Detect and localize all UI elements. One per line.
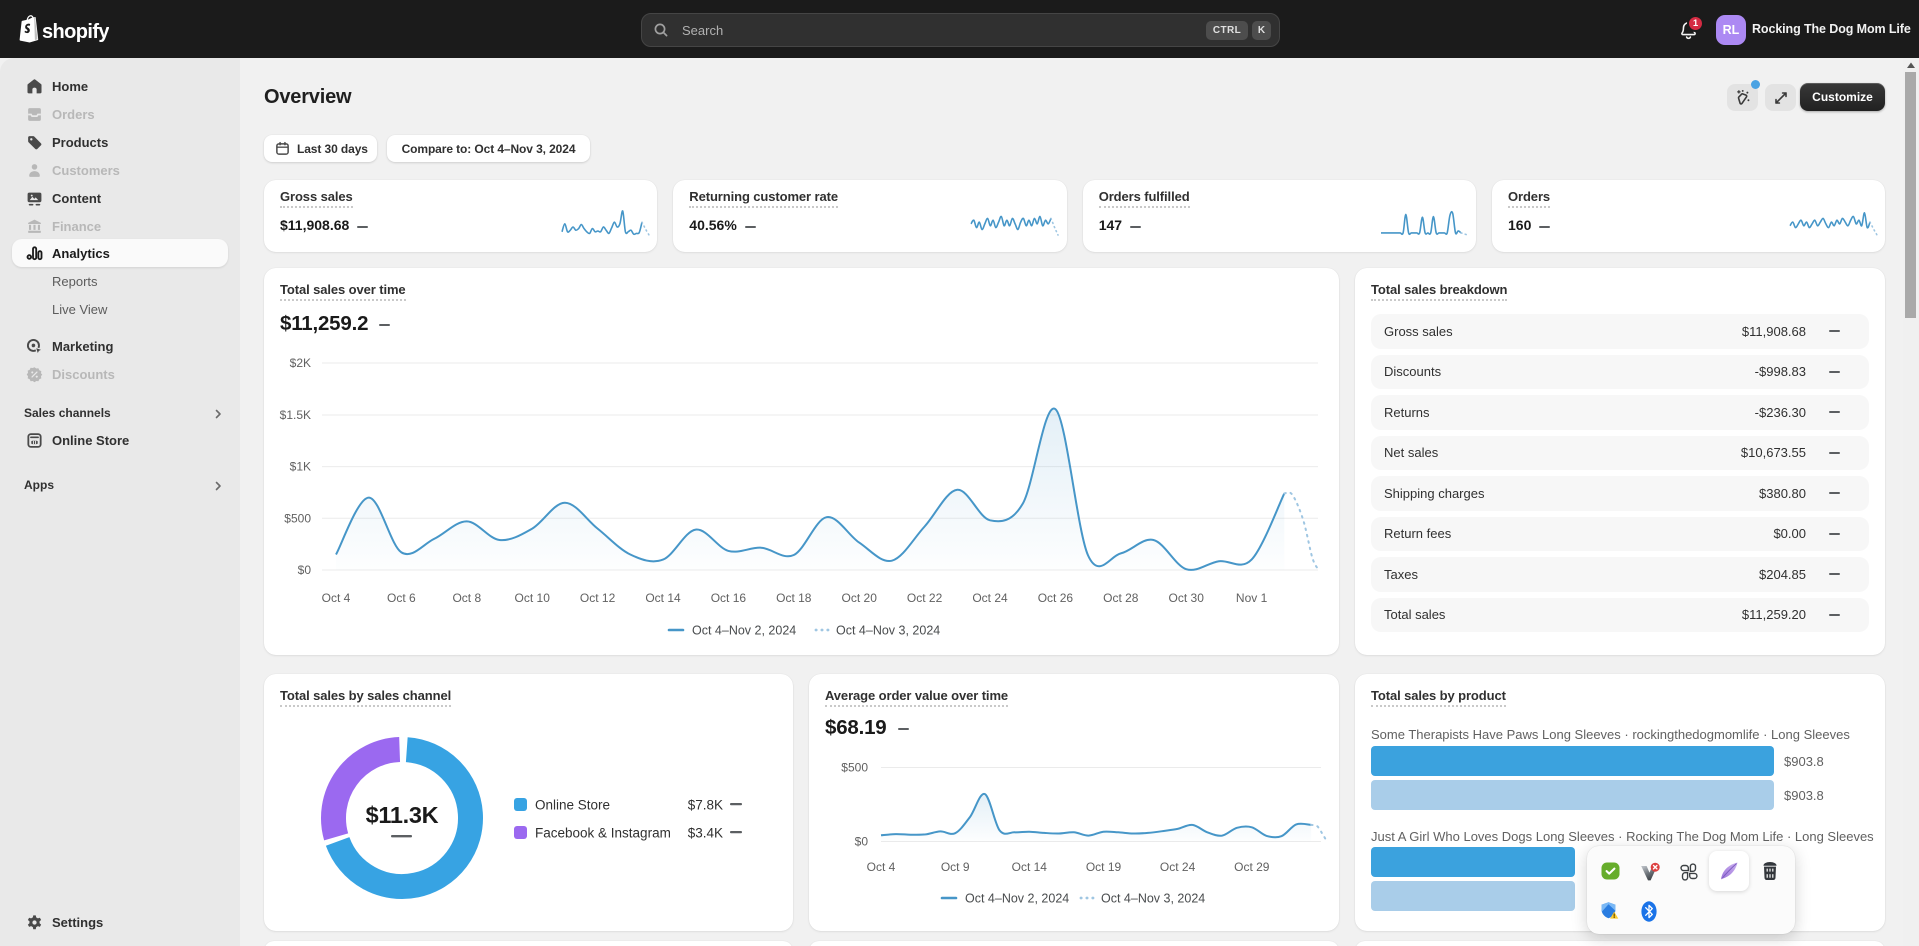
svg-text:$0: $0	[855, 835, 869, 849]
svg-text:$500: $500	[841, 761, 868, 775]
svg-text:$1.5K: $1.5K	[280, 408, 311, 422]
svg-text:Oct 14: Oct 14	[1012, 860, 1048, 874]
svg-text:Oct 12: Oct 12	[580, 591, 616, 605]
svg-text:$0: $0	[298, 563, 312, 577]
svg-text:Oct 4–Nov 2, 2024: Oct 4–Nov 2, 2024	[965, 892, 1069, 906]
svg-text:Oct 30: Oct 30	[1169, 591, 1205, 605]
svg-text:Oct 24: Oct 24	[1160, 860, 1196, 874]
svg-text:Oct 4–Nov 3, 2024: Oct 4–Nov 3, 2024	[1101, 892, 1205, 906]
svg-text:Oct 9: Oct 9	[941, 860, 970, 874]
svg-text:Oct 19: Oct 19	[1086, 860, 1122, 874]
svg-text:$1K: $1K	[290, 460, 311, 474]
svg-text:$3.4K: $3.4K	[688, 826, 723, 841]
svg-text:$11.3K: $11.3K	[366, 802, 439, 828]
svg-text:$2K: $2K	[290, 356, 311, 370]
svg-text:Facebook & Instagram: Facebook & Instagram	[535, 826, 671, 841]
svg-text:Oct 14: Oct 14	[645, 591, 681, 605]
svg-text:Oct 26: Oct 26	[1038, 591, 1074, 605]
svg-text:Oct 20: Oct 20	[842, 591, 878, 605]
svg-text:Oct 29: Oct 29	[1234, 860, 1270, 874]
svg-text:Oct 22: Oct 22	[907, 591, 943, 605]
svg-text:Online Store: Online Store	[535, 798, 610, 813]
svg-text:Oct 4: Oct 4	[867, 860, 896, 874]
svg-text:Oct 16: Oct 16	[711, 591, 747, 605]
svg-text:Oct 4: Oct 4	[322, 591, 351, 605]
svg-text:$7.8K: $7.8K	[688, 798, 723, 813]
svg-text:shopify: shopify	[42, 21, 109, 43]
svg-text:Oct 10: Oct 10	[515, 591, 551, 605]
svg-text:Oct 4–Nov 2, 2024: Oct 4–Nov 2, 2024	[692, 624, 796, 638]
svg-text:Oct 18: Oct 18	[776, 591, 812, 605]
svg-text:Oct 6: Oct 6	[387, 591, 416, 605]
svg-text:Oct 24: Oct 24	[972, 591, 1008, 605]
svg-text:Oct 8: Oct 8	[452, 591, 481, 605]
svg-text:Oct 4–Nov 3, 2024: Oct 4–Nov 3, 2024	[836, 624, 940, 638]
svg-text:Nov 1: Nov 1	[1236, 591, 1268, 605]
svg-text:Oct 28: Oct 28	[1103, 591, 1139, 605]
svg-text:$500: $500	[284, 511, 311, 525]
